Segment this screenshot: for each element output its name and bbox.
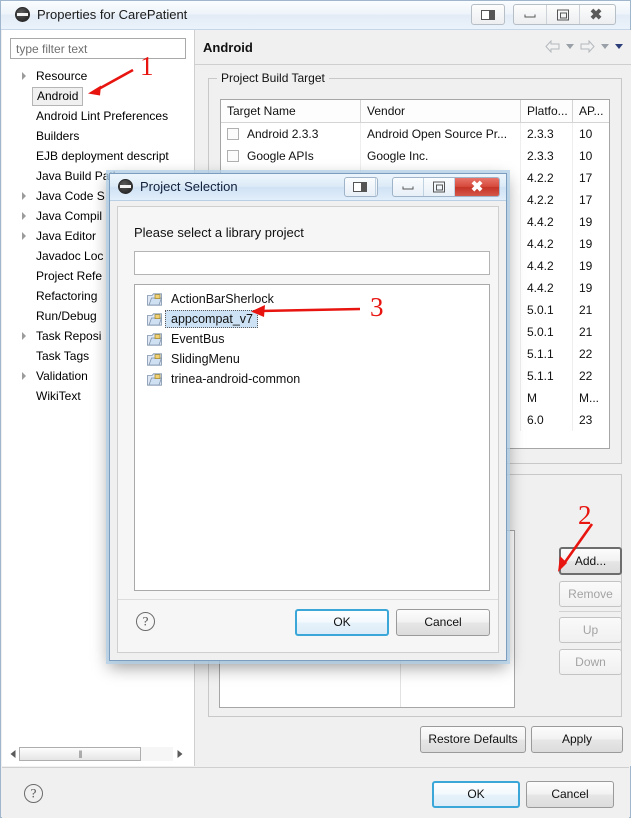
- screenshot-root: Properties for CarePatient ✖ type filter…: [0, 0, 631, 826]
- page-bottom-edge: [0, 818, 631, 826]
- annotation-number-3: 3: [370, 292, 384, 322]
- annotation-number-1: 1: [140, 51, 154, 81]
- annotation-arrows: [88, 68, 594, 572]
- annotation-number-2: 2: [578, 500, 592, 530]
